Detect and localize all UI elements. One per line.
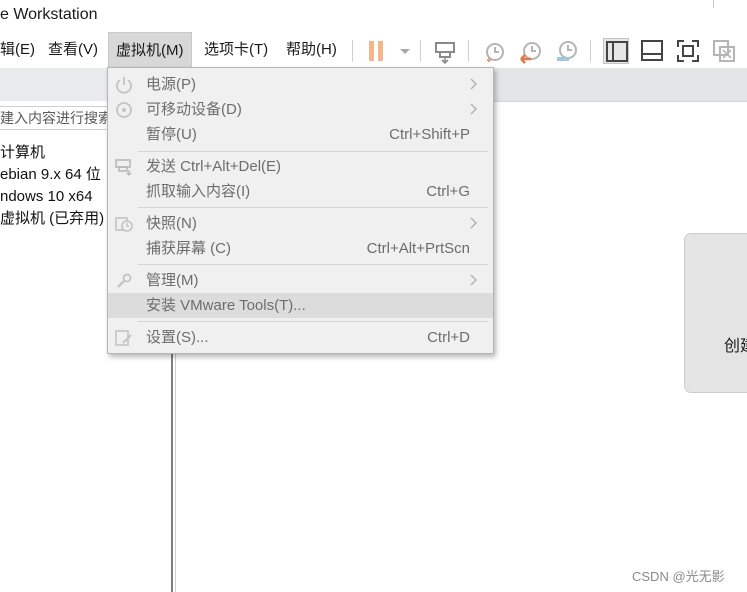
menu-separator (138, 151, 488, 152)
menu-item-shortcut: Ctrl+Alt+PrtScn (366, 240, 470, 257)
menu-separator (138, 264, 488, 265)
create-vm-label: 创建 (724, 338, 747, 355)
submenu-arrow-icon (467, 216, 481, 230)
snapshot-revert-icon[interactable] (518, 38, 544, 64)
menu-tabs[interactable]: 选项卡(T) (204, 32, 268, 68)
pause-icon[interactable] (364, 38, 390, 64)
menu-item-label: 可移动设备(D) (146, 101, 242, 118)
window-title: e Workstation (0, 6, 98, 23)
submenu-arrow-icon (467, 77, 481, 91)
menu-edit[interactable]: 辑(E) (0, 32, 35, 68)
disc-icon (114, 100, 134, 120)
wrench-icon (114, 271, 134, 291)
toolbar-separator (420, 40, 421, 62)
menu-help[interactable]: 帮助(H) (286, 32, 337, 68)
dropdown-arrow-icon[interactable] (392, 38, 410, 64)
menu-item-shortcut: Ctrl+Shift+P (389, 126, 470, 143)
menu-item-removable-devices[interactable]: 可移动设备(D) (108, 97, 493, 122)
snapshot-take-icon[interactable] (482, 38, 508, 64)
snapshot-icon (114, 214, 134, 234)
menu-item-capture-screen[interactable]: 捕获屏幕 (C) Ctrl+Alt+PrtScn (108, 236, 493, 261)
menu-item-label: 暂停(U) (146, 126, 197, 143)
menu-item-label: 发送 Ctrl+Alt+Del(E) (146, 158, 282, 175)
menu-separator (138, 207, 488, 208)
vm-menu-dropdown: 电源(P) 可移动设备(D) 暂停(U) Ctrl+Shift+P 发送 Ctr… (107, 67, 494, 354)
library-header (0, 68, 110, 101)
menu-item-label: 设置(S)... (146, 329, 209, 346)
menu-vm[interactable]: 虚拟机(M) (108, 32, 192, 68)
menu-item-power[interactable]: 电源(P) (108, 72, 493, 97)
power-icon (114, 75, 134, 95)
submenu-arrow-icon (467, 102, 481, 116)
menu-item-snapshot[interactable]: 快照(N) (108, 211, 493, 236)
menu-item-pause[interactable]: 暂停(U) Ctrl+Shift+P (108, 122, 493, 147)
menu-item-shortcut: Ctrl+D (427, 329, 470, 346)
library-search-input[interactable]: 建入内容进行搜索 (0, 106, 113, 130)
toolbar-separator (468, 40, 469, 62)
unity-icon[interactable] (711, 38, 737, 64)
menu-item-manage[interactable]: 管理(M) (108, 268, 493, 293)
menu-item-label: 管理(M) (146, 272, 199, 289)
show-library-icon[interactable] (603, 38, 629, 64)
show-thumbnail-bar-icon[interactable] (639, 38, 665, 64)
menu-view[interactable]: 查看(V) (48, 32, 98, 68)
snapshot-manager-icon[interactable] (554, 38, 580, 64)
menu-item-label: 电源(P) (146, 76, 196, 93)
create-vm-card[interactable] (684, 233, 747, 393)
title-bar: e Workstation (0, 0, 747, 32)
submenu-arrow-icon (467, 273, 481, 287)
menu-bar: 辑(E) 查看(V) 虚拟机(M) 选项卡(T) 帮助(H) (0, 32, 747, 68)
menu-item-grab-input[interactable]: 抓取输入内容(I) Ctrl+G (108, 179, 493, 204)
settings-icon (114, 328, 134, 348)
toolbar-separator (590, 40, 591, 62)
menu-item-shortcut: Ctrl+G (426, 183, 470, 200)
send-ctrl-alt-del-icon[interactable] (432, 38, 458, 64)
menu-item-label: 快照(N) (146, 215, 197, 232)
library-splitter[interactable] (171, 350, 173, 592)
full-screen-icon[interactable] (675, 38, 701, 64)
menu-item-label: 捕获屏幕 (C) (146, 240, 231, 257)
window-control-edge (713, 0, 714, 8)
menu-item-install-vmware-tools[interactable]: 安装 VMware Tools(T)... (108, 293, 493, 318)
toolbar-separator (352, 40, 353, 62)
menu-item-send-ctrl-alt-del[interactable]: 发送 Ctrl+Alt+Del(E) (108, 154, 493, 179)
send-keys-icon (114, 157, 134, 177)
menu-item-label: 安装 VMware Tools(T)... (146, 297, 306, 314)
menu-separator (138, 321, 488, 322)
menu-item-label: 抓取输入内容(I) (146, 183, 251, 200)
menu-item-settings[interactable]: 设置(S)... Ctrl+D (108, 325, 493, 350)
watermark: CSDN @光无影 (632, 569, 725, 584)
library-splitter-edge (175, 350, 176, 592)
